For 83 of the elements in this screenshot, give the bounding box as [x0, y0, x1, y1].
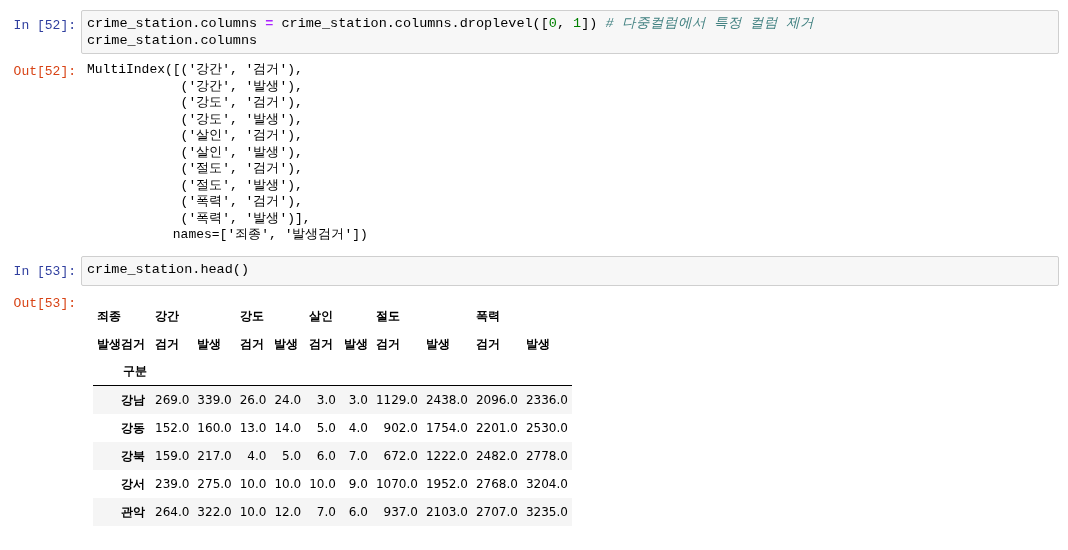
table-cell: 4.0 [235, 441, 271, 470]
code-cell[interactable]: crime_station.columns = crime_station.columns.droplevel([0, 1]) # 다중컬럼에서 특정 컬럼 제거 crime_station.columns [81, 10, 1059, 54]
table-cell: 3.0 [339, 385, 372, 414]
table-cell: 3235.0 [521, 497, 572, 526]
table-cell: 26.0 [235, 385, 271, 414]
table-cell: 2768.0 [471, 469, 522, 498]
code-line: crime_station.columns = crime_station.columns.droplevel([0, 1]) # 다중컬럼에서 특정 컬럼 제거 [87, 15, 816, 32]
table-cell: 269.0 [151, 385, 194, 414]
table-cell: 10.0 [235, 497, 271, 526]
column-header: 검거 [308, 335, 335, 353]
table-cell: 3.0 [305, 385, 340, 414]
table-cell: 13.0 [235, 413, 271, 442]
table-cell: 4.0 [339, 413, 372, 442]
code-cell[interactable]: crime_station.head() [81, 255, 1059, 286]
table-cell: 24.0 [270, 385, 306, 414]
table-cell: 14.0 [270, 413, 306, 442]
table-cell: 1952.0 [421, 469, 472, 498]
table-cell: 7.0 [339, 441, 372, 470]
table-cell: 6.0 [305, 441, 340, 470]
column-group-header: 강간 [154, 307, 180, 325]
output-prompt: Out[52]: [13, 63, 76, 81]
output-prompt: Out[53]: [13, 294, 76, 313]
table-cell: 1222.0 [421, 441, 472, 470]
table-cell: 9.0 [339, 469, 372, 498]
table-cell: 937.0 [371, 497, 422, 526]
table-cell: 672.0 [371, 441, 422, 470]
row-index: 강서 [93, 469, 151, 498]
table-cell: 2438.0 [421, 385, 472, 414]
column-group-header: 강도 [238, 307, 265, 325]
table-cell: 264.0 [151, 497, 194, 526]
column-header: 검거 [374, 335, 401, 353]
table-cell: 10.0 [305, 469, 340, 498]
table-cell: 152.0 [151, 413, 194, 442]
table-cell: 5.0 [305, 413, 340, 442]
row-index: 강남 [93, 385, 151, 414]
table-cell: 2103.0 [421, 497, 472, 526]
output-text: MultiIndex([('강간', '검거'), ('강간', '발생'), ('강도', '검거'), ('강도', '발생'), ('살인', '검거'), ('살인', '발생'), ('절도', '검거'), ('절도', '발생'), ('폭력', '검거'), ('폭력', '발생')], names=['죄종', '발생검거']) [87, 61, 368, 244]
table-cell: 1129.0 [371, 385, 422, 414]
table-cell: 2201.0 [471, 413, 522, 442]
column-header: 발생 [196, 335, 223, 353]
column-header: 검거 [238, 335, 265, 353]
table-cell: 6.0 [339, 497, 372, 526]
column-level-name: 죄종 [96, 307, 122, 325]
column-group-header: 폭력 [474, 307, 501, 325]
column-header: 발생 [342, 335, 369, 353]
input-prompt: In [53]: [13, 262, 76, 281]
table-cell: 275.0 [193, 469, 236, 498]
index-name: 구분 [93, 357, 151, 386]
row-index: 강동 [93, 413, 151, 442]
table-cell: 239.0 [151, 469, 194, 498]
table-cell: 1070.0 [371, 469, 422, 498]
table-cell: 159.0 [151, 441, 194, 470]
column-header: 발생 [424, 335, 451, 353]
column-level-name: 발생검거 [96, 335, 146, 353]
code-line: crime_station.head() [87, 260, 251, 278]
input-prompt: In [52]: [13, 17, 76, 35]
table-cell: 2336.0 [521, 385, 572, 414]
code-line: crime_station.columns [87, 32, 259, 49]
column-group-header: 살인 [308, 307, 335, 325]
table-cell: 10.0 [235, 469, 271, 498]
table-cell: 12.0 [270, 497, 306, 526]
table-cell: 217.0 [193, 441, 236, 470]
table-cell: 2482.0 [471, 441, 522, 470]
table-cell: 1754.0 [421, 413, 472, 442]
table-cell: 160.0 [193, 413, 236, 442]
column-header: 검거 [154, 335, 180, 353]
table-cell: 7.0 [305, 497, 340, 526]
column-group-header: 절도 [374, 307, 401, 325]
column-header: 발생 [524, 335, 551, 353]
table-cell: 2778.0 [521, 441, 572, 470]
table-cell: 902.0 [371, 413, 422, 442]
table-cell: 2707.0 [471, 497, 522, 526]
table-cell: 339.0 [193, 385, 236, 414]
table-cell: 2530.0 [521, 413, 572, 442]
table-cell: 3204.0 [521, 469, 572, 498]
row-index: 관악 [93, 497, 151, 526]
table-cell: 5.0 [270, 441, 306, 470]
row-index: 강북 [93, 441, 151, 470]
table-cell: 322.0 [193, 497, 236, 526]
table-cell: 10.0 [270, 469, 306, 498]
column-header: 검거 [474, 335, 501, 353]
column-header: 발생 [273, 335, 300, 353]
table-cell: 2096.0 [471, 385, 522, 414]
